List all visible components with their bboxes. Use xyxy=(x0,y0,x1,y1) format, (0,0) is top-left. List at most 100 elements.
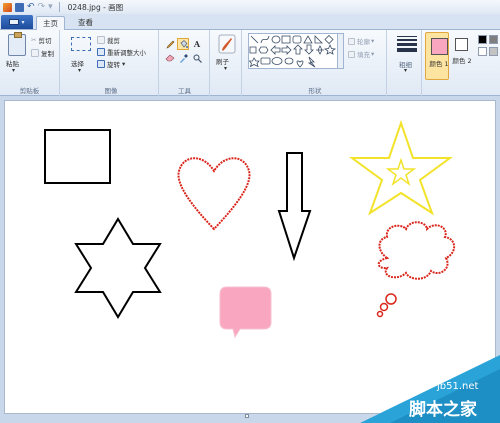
paint-app-icon[interactable] xyxy=(3,2,12,12)
paint-menu-icon xyxy=(9,19,20,25)
shapes-group: 轮廓 ▾ 填充 ▾ 形状 xyxy=(244,30,387,96)
outline-icon xyxy=(348,37,355,45)
tools-group: A 工具 xyxy=(160,30,210,96)
oval-shape-icon xyxy=(271,35,281,44)
chevron-down-icon[interactable]: ▾ xyxy=(404,67,407,74)
drawn-pink-callout xyxy=(219,286,272,339)
color1-label: 颜色 1 xyxy=(429,60,449,68)
shapes-gallery-scrollbar[interactable] xyxy=(338,33,344,69)
outline-label: 轮廓 xyxy=(357,38,370,46)
text-tool-icon[interactable]: A xyxy=(191,38,203,50)
chevron-down-icon[interactable]: ▾ xyxy=(224,65,227,72)
palette-light-grey[interactable] xyxy=(489,47,498,56)
rotate-icon xyxy=(97,60,105,68)
undo-icon[interactable]: ↶ xyxy=(27,2,35,12)
crop-icon xyxy=(97,36,105,44)
customize-toolbar-icon[interactable]: ▾ xyxy=(48,2,53,12)
rotate-label: 旋转 xyxy=(107,61,120,69)
right-triangle-shape-icon xyxy=(314,35,323,44)
crop-button[interactable]: 裁剪 xyxy=(97,35,120,45)
curve-shape-icon xyxy=(260,35,270,44)
diamond-shape-icon xyxy=(324,34,334,45)
chevron-down-icon[interactable]: ▾ xyxy=(78,67,81,74)
hexagon-shape-icon xyxy=(258,46,269,54)
image-group: 选择 ▾ 裁剪 重新调整大小 旋转 ▾ 图像 xyxy=(64,30,159,96)
colors-group: 颜色 1 颜色 2 xyxy=(423,30,500,96)
scissors-icon: ✂ xyxy=(31,36,37,44)
color2-swatch[interactable] xyxy=(455,38,468,51)
lightning-shape-icon xyxy=(307,56,316,68)
pentagon-shape-icon xyxy=(249,46,257,54)
select-icon[interactable] xyxy=(71,37,91,51)
copy-label: 复制 xyxy=(41,50,54,58)
thin-line-icon xyxy=(397,36,417,37)
cut-button[interactable]: ✂ 剪切 xyxy=(31,35,51,45)
resize-button[interactable]: 重新调整大小 xyxy=(97,47,146,57)
palette-grey[interactable] xyxy=(489,35,498,44)
drawn-cloud-bubble-medium xyxy=(379,302,389,312)
medium-line-icon xyxy=(397,39,417,41)
copy-button[interactable]: 复制 xyxy=(31,48,54,58)
resize-handle-bottom[interactable] xyxy=(245,414,249,418)
up-arrow-shape-icon xyxy=(293,44,303,55)
eraser-icon[interactable] xyxy=(164,52,176,64)
redo-icon[interactable]: ↷ xyxy=(38,2,46,12)
chevron-down-icon: ▾ xyxy=(21,18,25,26)
fill-bucket-icon[interactable] xyxy=(177,38,189,50)
drawn-six-point-star xyxy=(74,217,162,319)
brushes-button[interactable]: 刷子 xyxy=(216,56,229,66)
callout-cloud-shape-icon xyxy=(284,57,294,65)
drawn-cloud-callout xyxy=(377,221,456,280)
fill-button[interactable]: 填充 ▾ xyxy=(348,49,374,59)
copy-icon xyxy=(31,49,39,57)
callout-rounded-shape-icon xyxy=(260,57,271,65)
tab-home[interactable]: 主页 xyxy=(36,16,65,30)
crop-label: 裁剪 xyxy=(107,37,120,45)
shapes-gallery[interactable] xyxy=(248,33,338,69)
rectangle-shape-icon xyxy=(281,35,291,44)
paint-menu-button[interactable]: ▾ xyxy=(1,15,33,29)
brush-icon[interactable] xyxy=(218,34,236,54)
fill-icon xyxy=(348,50,355,58)
right-arrow-shape-icon xyxy=(281,45,292,55)
callout-oval-shape-icon xyxy=(271,57,283,65)
toolbar-separator xyxy=(58,2,60,12)
four-point-star-shape-icon xyxy=(316,45,324,55)
save-icon[interactable] xyxy=(15,2,24,12)
clipboard-group: 粘贴 ▾ ✂ 剪切 复制 剪贴板 xyxy=(0,30,60,96)
cut-label: 剪切 xyxy=(38,37,52,45)
drawn-small-yellow-star xyxy=(385,157,417,187)
rotate-button[interactable]: 旋转 ▾ xyxy=(97,59,125,69)
rounded-rectangle-shape-icon xyxy=(292,35,302,44)
chevron-down-icon[interactable]: ▾ xyxy=(12,67,15,74)
chevron-down-icon: ▾ xyxy=(122,60,126,68)
palette-white[interactable] xyxy=(478,47,487,56)
color-picker-icon[interactable] xyxy=(177,52,189,64)
paste-icon[interactable] xyxy=(8,32,26,56)
resize-icon xyxy=(97,48,105,56)
tab-view[interactable]: 查看 xyxy=(72,16,99,30)
drawn-yellow-star xyxy=(348,119,454,216)
thickest-line-icon xyxy=(397,48,417,52)
drawn-cloud-bubble-large xyxy=(385,293,397,305)
ribbon: 粘贴 ▾ ✂ 剪切 复制 剪贴板 选择 ▾ 裁剪 重新调整大小 旋转 ▾ 图像 xyxy=(0,30,500,96)
down-arrow-shape-icon xyxy=(304,44,314,55)
outline-button[interactable]: 轮廓 ▾ xyxy=(348,36,374,46)
magnifier-icon[interactable] xyxy=(191,52,203,64)
title-bar: ↶ ↷ ▾ 0248.jpg - 画图 xyxy=(0,0,500,14)
color2-label[interactable]: 颜色 2 xyxy=(452,57,472,65)
image-group-label: 图像 xyxy=(104,87,118,95)
pencil-icon[interactable] xyxy=(164,38,176,50)
size-lines-icon[interactable] xyxy=(397,36,417,54)
triangle-shape-icon xyxy=(303,35,313,44)
brushes-group: 刷子 ▾ xyxy=(212,30,242,96)
palette-black[interactable] xyxy=(478,35,487,44)
color1-button[interactable]: 颜色 1 xyxy=(425,32,449,80)
chevron-down-icon: ▾ xyxy=(371,37,375,45)
watermark-site: jb51.net xyxy=(437,381,479,392)
thick-line-icon xyxy=(397,43,417,46)
clipboard-group-label: 剪贴板 xyxy=(19,87,40,95)
ribbon-tab-strip: ▾ 主页 查看 xyxy=(0,14,500,30)
color1-swatch xyxy=(431,38,448,55)
five-point-star-shape-icon xyxy=(323,43,337,55)
